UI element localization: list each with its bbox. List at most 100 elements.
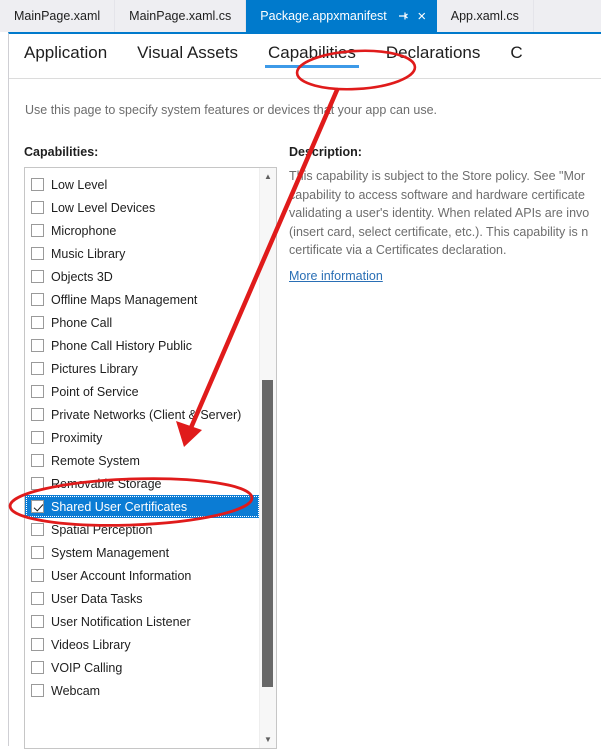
capability-label: System Management (51, 545, 170, 560)
capability-row[interactable]: Music Library (25, 242, 262, 265)
checkbox-icon[interactable] (31, 270, 44, 283)
checkbox-icon[interactable] (31, 362, 44, 375)
close-icon[interactable]: × (415, 9, 429, 24)
capability-row[interactable]: Shared User Certificates (25, 495, 260, 518)
capability-row[interactable]: Remote System (25, 449, 262, 472)
capability-row[interactable]: Offline Maps Management (25, 288, 262, 311)
capability-row[interactable]: Webcam (25, 679, 262, 702)
checkbox-icon[interactable] (31, 592, 44, 605)
capability-label: Proximity (51, 430, 103, 445)
scroll-down-arrow-icon[interactable]: ▼ (260, 731, 276, 748)
checkbox-icon[interactable] (31, 638, 44, 651)
capability-label: Phone Call (51, 315, 113, 330)
checkbox-icon[interactable] (31, 684, 44, 697)
capability-row[interactable]: Microphone (25, 219, 262, 242)
scrollbar-thumb[interactable] (262, 380, 273, 687)
manifest-designer-panel: Application Visual Assets Capabilities D… (8, 32, 601, 749)
tab-app-xaml-cs[interactable]: App.xaml.cs (436, 0, 534, 32)
more-information-link[interactable]: More information (289, 267, 383, 286)
capability-label: Objects 3D (51, 269, 113, 284)
capability-label: Microphone (51, 223, 117, 238)
checkbox-icon[interactable] (31, 385, 44, 398)
checkbox-icon[interactable] (31, 247, 44, 260)
tab-package-appxmanifest[interactable]: Package.appxmanifest × (246, 0, 437, 32)
manifest-nav-tabs: Application Visual Assets Capabilities D… (9, 34, 601, 79)
capability-label: User Data Tasks (51, 591, 143, 606)
capabilities-list: Low Level Low Level Devices Microphone Musi… (25, 168, 262, 702)
capability-row[interactable]: Low Level (25, 173, 262, 196)
checkbox-icon[interactable] (31, 316, 44, 329)
tab-label: MainPage.xaml (14, 8, 101, 23)
nav-tab-application[interactable]: Application (24, 43, 107, 69)
pin-icon[interactable] (397, 10, 409, 22)
checkbox-icon[interactable] (31, 523, 44, 536)
capability-row[interactable]: User Data Tasks (25, 587, 262, 610)
capability-label: Private Networks (Client & Server) (51, 407, 242, 422)
checkbox-icon[interactable] (31, 408, 44, 421)
nav-tab-visual-assets[interactable]: Visual Assets (137, 42, 238, 69)
tab-label: Package.appxmanifest (260, 8, 387, 23)
checkbox-icon[interactable] (31, 477, 44, 490)
capability-row[interactable]: Pictures Library (25, 357, 262, 380)
description-line: This capability is subject to the Store … (289, 169, 586, 183)
capabilities-scrollbar[interactable]: ▲ ▼ (259, 168, 276, 748)
nav-tab-capabilities[interactable]: Capabilities (264, 42, 359, 69)
capability-row[interactable]: Point of Service (25, 380, 262, 403)
checkbox-icon[interactable] (31, 546, 44, 559)
checkbox-icon[interactable] (31, 661, 44, 674)
tab-mainpage-xaml[interactable]: MainPage.xaml (0, 0, 116, 32)
capability-row[interactable]: Low Level Devices (25, 196, 262, 219)
capability-label: Phone Call History Public (51, 338, 193, 353)
checkbox-icon[interactable] (31, 293, 44, 306)
tab-label: MainPage.xaml.cs (129, 8, 232, 23)
description-pane: This capability is subject to the Store … (289, 167, 601, 285)
tab-mainpage-xaml-cs[interactable]: MainPage.xaml.cs (115, 0, 247, 32)
description-line: certificate via a Certificates declarati… (289, 243, 507, 257)
capability-label: Offline Maps Management (51, 292, 198, 307)
description-line: validating a user's identity. When relat… (289, 206, 590, 220)
capability-row[interactable]: Objects 3D (25, 265, 262, 288)
checkbox-icon[interactable] (31, 201, 44, 214)
checkbox-icon[interactable] (31, 224, 44, 237)
nav-tab-label: C (510, 42, 523, 62)
capability-row[interactable]: Phone Call History Public (25, 334, 262, 357)
nav-tab-content-uris[interactable]: C (510, 42, 523, 69)
capability-row[interactable]: VOIP Calling (25, 656, 262, 679)
checkbox-icon[interactable] (31, 615, 44, 628)
description-line: (insert card, select certificate, etc.).… (289, 224, 589, 239)
capabilities-listbox[interactable]: Low Level Low Level Devices Microphone Musi… (24, 167, 277, 749)
capability-label: Remote System (51, 453, 140, 468)
capability-label: Low Level Devices (51, 200, 156, 215)
capability-label: Removable Storage (51, 476, 162, 491)
capability-label: Low Level (51, 177, 108, 192)
capability-label: Spatial Perception (51, 522, 153, 537)
capability-row[interactable]: Spatial Perception (25, 518, 262, 541)
capabilities-header: Capabilities: (24, 145, 99, 159)
checkbox-icon[interactable] (31, 431, 44, 444)
capability-row[interactable]: Phone Call (25, 311, 262, 334)
editor-tab-strip: MainPage.xaml MainPage.xaml.cs Package.a… (0, 0, 601, 32)
nav-tab-label: Capabilities (267, 42, 356, 62)
description-line: capability to access software and hardwa… (289, 187, 585, 202)
capability-row[interactable]: Videos Library (25, 633, 262, 656)
description-header: Description: (289, 145, 362, 159)
nav-tab-declarations[interactable]: Declarations (385, 42, 481, 69)
capability-row[interactable]: System Management (25, 541, 262, 564)
capability-row[interactable]: User Notification Listener (25, 610, 262, 633)
capability-row[interactable]: Removable Storage (25, 472, 262, 495)
page-intro-text: Use this page to specify system features… (25, 103, 438, 117)
capability-row[interactable]: Private Networks (Client & Server) (25, 403, 262, 426)
checkbox-icon[interactable] (31, 454, 44, 467)
nav-tab-label: Visual Assets (137, 42, 238, 62)
capability-label: Shared User Certificates (51, 499, 188, 514)
checkbox-icon[interactable] (31, 178, 44, 191)
nav-tab-label: Declarations (385, 42, 481, 62)
capability-label: VOIP Calling (51, 660, 123, 675)
checkbox-checked-icon[interactable] (31, 500, 44, 513)
checkbox-icon[interactable] (31, 339, 44, 352)
scroll-up-arrow-icon[interactable]: ▲ (260, 168, 276, 185)
capability-row[interactable]: User Account Information (25, 564, 262, 587)
checkbox-icon[interactable] (31, 569, 44, 582)
capability-row[interactable]: Proximity (25, 426, 262, 449)
tab-label: App.xaml.cs (450, 8, 519, 23)
